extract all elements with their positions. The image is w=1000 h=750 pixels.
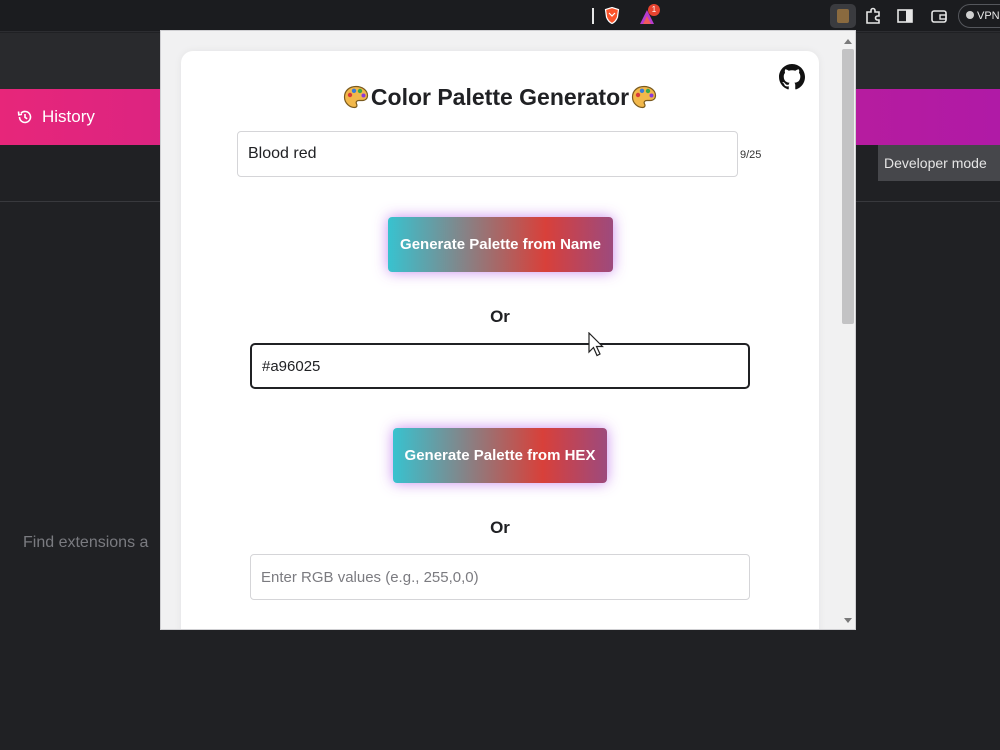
generate-from-name-button[interactable]: Generate Palette from Name [388, 217, 613, 272]
generate-from-hex-button[interactable]: Generate Palette from HEX [393, 428, 607, 483]
history-label: History [42, 107, 95, 126]
scroll-up-arrow-icon[interactable] [844, 39, 852, 44]
vpn-status-icon [966, 11, 974, 19]
scroll-down-arrow-icon[interactable] [844, 618, 852, 623]
sidebar-icon[interactable] [895, 6, 915, 26]
history-icon [17, 110, 32, 124]
developer-mode-toggle[interactable]: Developer mode [878, 145, 1000, 181]
scroll-thumb[interactable] [842, 49, 854, 324]
rgb-input[interactable] [250, 554, 750, 600]
wallet-icon[interactable] [929, 6, 949, 26]
character-counter: 9/25 [740, 149, 762, 161]
toolbar-separator [592, 8, 594, 24]
find-extensions-hint: Find extensions a [23, 534, 149, 551]
brave-shield-icon[interactable] [604, 7, 620, 24]
extensions-puzzle-icon[interactable] [863, 6, 883, 26]
mouse-cursor-icon [588, 332, 604, 357]
vpn-button[interactable]: VPN [958, 4, 1000, 28]
palette-generator-card: Color Palette Generator 9/25 Generate Pa… [181, 51, 819, 629]
rewards-badge: 1 [648, 4, 660, 16]
history-link[interactable]: History [16, 107, 95, 127]
color-palette-extension-icon[interactable] [830, 4, 856, 28]
page-title: Color Palette Generator [181, 84, 819, 111]
extension-popup: Color Palette Generator 9/25 Generate Pa… [160, 30, 856, 630]
title-text: Color Palette Generator [370, 84, 630, 110]
color-name-input[interactable] [237, 131, 738, 177]
browser-toolbar: 1 VPN [0, 0, 1000, 32]
vpn-label: VPN [977, 10, 1000, 22]
or-separator: Or [490, 518, 510, 537]
palette-icon [631, 85, 657, 109]
popup-scrollbar[interactable] [840, 31, 855, 629]
or-separator: Or [490, 307, 510, 326]
palette-icon [343, 85, 369, 109]
hex-input[interactable] [250, 343, 750, 389]
